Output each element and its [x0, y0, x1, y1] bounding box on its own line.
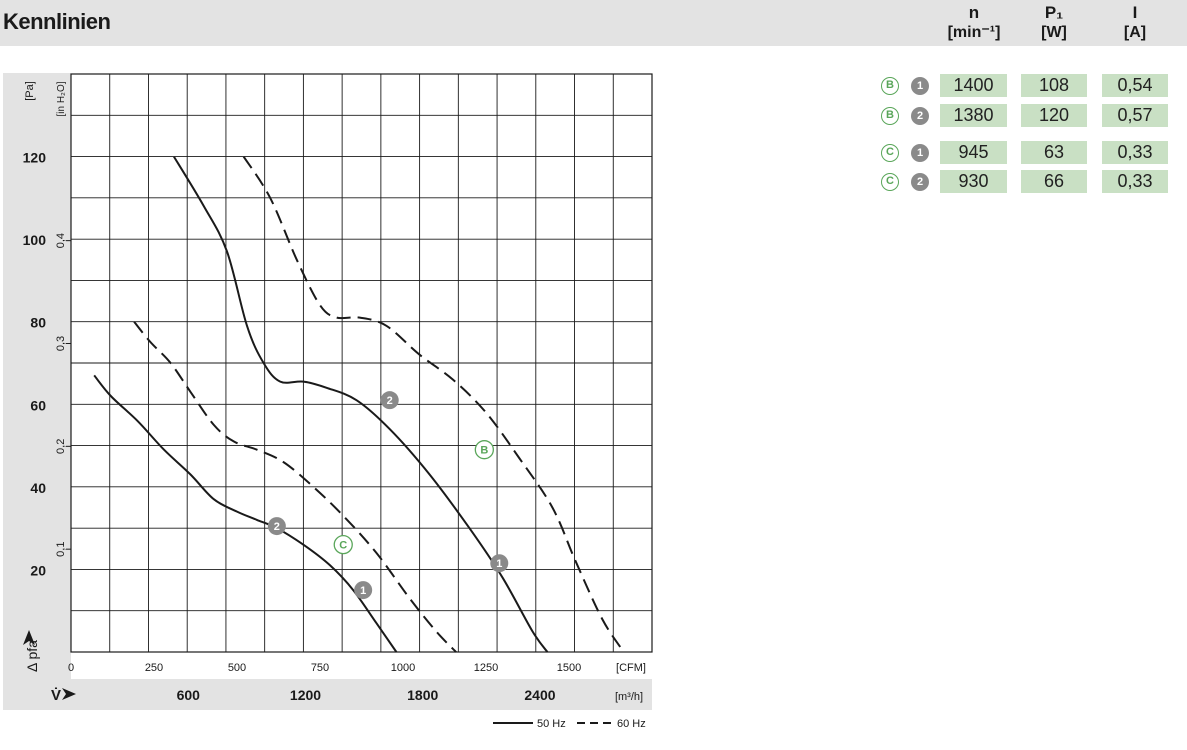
x-unit-cfm: [CFM]	[616, 662, 646, 674]
x-axis-arrow-icon	[62, 688, 76, 700]
x-tick-label-cfm: 750	[311, 662, 329, 674]
y-tick-label-pa: 120	[23, 150, 47, 166]
x-tick-label-cfm: 250	[145, 662, 163, 674]
y-unit-inh2o: [in H₂O]	[56, 81, 67, 116]
x-unit-m3h: [m³/h]	[615, 691, 643, 703]
y-tick-label-pa: 20	[30, 562, 46, 578]
y-tick-label-inh2o: 0,2	[55, 439, 67, 454]
x-tick-label-cfm: 500	[228, 662, 246, 674]
x-tick-label-m3h: 600	[177, 687, 201, 703]
curve-letter-label: B	[480, 445, 488, 457]
y-axis-label: Δ pfa	[24, 640, 40, 672]
characteristic-curve-chart: 204060801001200,10,20,30,4[Pa] [in H₂O]Δ …	[23, 73, 653, 730]
x-tick-label-m3h: 1800	[407, 687, 438, 703]
curve-letter-label: C	[339, 540, 347, 552]
x-tick-label-cfm: 1250	[474, 662, 498, 674]
legend-label-60hz: 60 Hz	[617, 718, 646, 730]
x-tick-label-m3h: 1200	[290, 687, 321, 703]
y-tick-label-pa: 80	[30, 315, 46, 331]
y-tick-label-inh2o: 0,4	[55, 233, 67, 248]
operating-point-label: 1	[360, 585, 366, 597]
y-tick-label-pa: 100	[23, 232, 47, 248]
y-tick-label-inh2o: 0,3	[55, 336, 67, 351]
y-tick-label-inh2o: 0,1	[55, 542, 67, 557]
operating-point-label: 2	[274, 521, 280, 533]
x-tick-label-cfm: 1500	[557, 662, 581, 674]
operating-point-label: 1	[496, 558, 502, 570]
x-axis-label: V̇	[51, 687, 61, 704]
y-tick-label-pa: 40	[30, 480, 46, 496]
x-tick-label-cfm: 0	[68, 662, 74, 674]
legend-label-50hz: 50 Hz	[537, 718, 566, 730]
x-tick-label-m3h: 2400	[524, 687, 555, 703]
y-tick-label-pa: 60	[30, 397, 46, 413]
operating-point-label: 2	[387, 395, 393, 407]
x-tick-label-cfm: 1000	[391, 662, 415, 674]
y-unit-pa: [Pa]	[24, 81, 36, 101]
